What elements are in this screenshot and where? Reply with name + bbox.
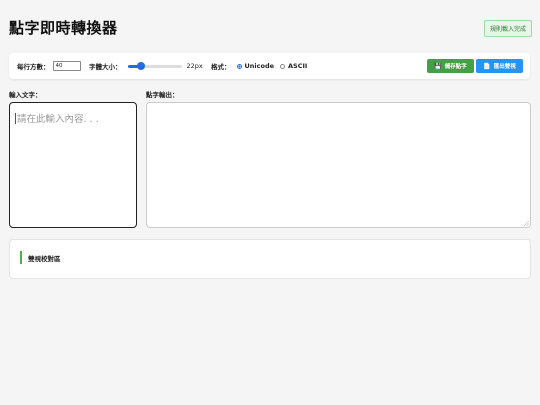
cells-per-line-label: 每行方數： [17,63,50,71]
format-label: 格式： [211,63,231,71]
save-braille-button[interactable]: 💾 儲存點字 [427,59,474,73]
dual-view-preview-panel: 雙視校對區 [9,239,531,279]
text-input-area[interactable]: 請在此輸入內容. . . [9,102,137,228]
font-size-slider[interactable] [127,62,182,70]
document-icon: 📄 [483,62,491,70]
radio-unicode-label[interactable]: Unicode [245,62,275,70]
radio-ascii-label[interactable]: ASCII [288,62,307,70]
font-size-group: 字體大小： 22px [89,53,203,79]
braille-output-area[interactable] [146,102,531,228]
font-size-value: 22px [186,62,203,70]
input-placeholder-wrap: 請在此輸入內容. . . [15,111,99,125]
font-size-label: 字體大小： [89,63,122,71]
toolbar: 每行方數： 40 字體大小： 22px 格式： Unicode ASCII 💾 … [9,53,530,79]
input-label: 輸入文字： [9,91,42,99]
save-icon: 💾 [434,62,442,70]
cells-per-line-input[interactable]: 40 [52,61,81,71]
text-caret [15,113,16,124]
page-title: 點字即時轉換器 [9,19,118,37]
font-size-slider-thumb[interactable] [137,62,145,70]
format-group: 格式： Unicode ASCII [211,53,313,79]
preview-title: 雙視校對區 [28,255,61,263]
status-badge: 規則載入完成 [483,20,532,37]
cells-per-line-group: 每行方數： 40 [17,53,81,79]
save-braille-label: 儲存點字 [444,64,467,70]
resize-grip-icon[interactable] [524,221,529,226]
output-label: 點字輸出： [146,91,179,99]
export-dual-view-button[interactable]: 📄 匯出雙視 [476,59,523,73]
export-dual-view-label: 匯出雙視 [493,64,516,70]
radio-ascii[interactable] [280,63,286,69]
radio-unicode[interactable] [236,63,242,69]
input-placeholder: 請在此輸入內容. . . [17,114,99,125]
preview-accent-bar [20,251,22,264]
